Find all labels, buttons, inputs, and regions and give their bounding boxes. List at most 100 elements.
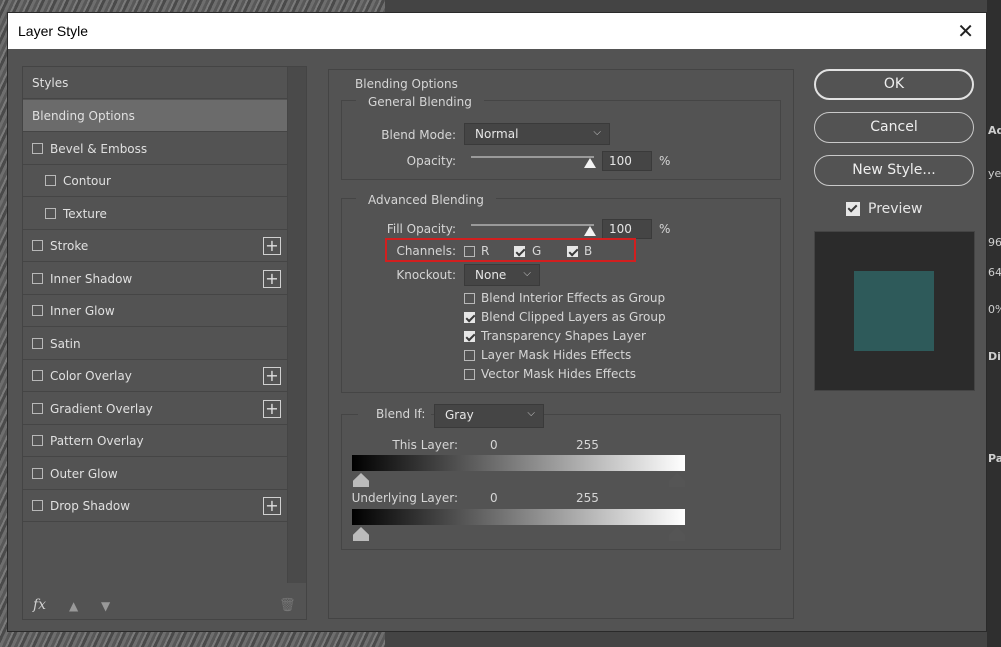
sidebar-checkbox[interactable] <box>32 143 43 154</box>
sidebar-item-label: Satin <box>50 337 81 351</box>
preview-swatch <box>854 271 934 351</box>
add-effect-icon[interactable]: + <box>263 497 281 515</box>
channel-b-label: B <box>584 244 593 258</box>
fill-opacity-unit: % <box>659 222 671 236</box>
fx-icon[interactable]: fx <box>33 597 46 613</box>
sidebar-item-color-overlay[interactable]: Color Overlay + <box>23 360 287 392</box>
sidebar-item-label: Blending Options <box>32 109 135 123</box>
knockout-dropdown[interactable]: None ⌵ <box>464 264 540 286</box>
underlying-white-handle[interactable] <box>669 527 685 541</box>
vector-mask-hides-checkbox[interactable] <box>464 369 475 380</box>
sidebar-item-outer-glow[interactable]: Outer Glow <box>23 458 287 490</box>
sidebar-checkbox[interactable] <box>32 500 43 511</box>
close-icon[interactable]: ✕ <box>957 19 974 43</box>
fill-opacity-label: Fill Opacity: <box>386 222 456 236</box>
advanced-blending-group: Advanced Blending Fill Opacity: 100 % Ch… <box>341 193 781 393</box>
layer-mask-hides-checkbox[interactable] <box>464 350 475 361</box>
sidebar-item-stroke[interactable]: Stroke + <box>23 230 287 262</box>
sidebar-item-gradient-overlay[interactable]: Gradient Overlay + <box>23 393 287 425</box>
background-fragment: 96 <box>988 236 1001 249</box>
sidebar-item-inner-shadow[interactable]: Inner Shadow + <box>23 263 287 295</box>
channel-r-label: R <box>481 244 490 258</box>
sidebar-item-bevel-emboss[interactable]: Bevel & Emboss <box>23 133 287 165</box>
move-down-icon[interactable]: ▼ <box>101 599 110 613</box>
sidebar-item-contour[interactable]: Contour <box>23 165 287 197</box>
trash-icon[interactable]: 🗑 <box>279 598 296 613</box>
blend-interior-checkbox[interactable] <box>464 293 475 304</box>
chevron-down-icon: ⌵ <box>523 268 531 279</box>
sidebar-checkbox[interactable] <box>32 305 43 316</box>
move-up-icon[interactable]: ▲ <box>69 599 78 613</box>
sidebar-checkbox[interactable] <box>32 240 43 251</box>
opacity-slider-thumb[interactable] <box>584 158 596 168</box>
underlying-black-handle[interactable] <box>353 527 369 541</box>
blend-if-group: Blend If: Gray ⌵ This Layer: 0 255 Under… <box>341 404 781 550</box>
this-layer-white-handle[interactable] <box>669 473 685 487</box>
sidebar-item-styles[interactable]: Styles <box>23 67 287 99</box>
sidebar-item-pattern-overlay[interactable]: Pattern Overlay <box>23 425 287 457</box>
background-fragment: Pat <box>988 452 1001 465</box>
vector-mask-hides-label: Vector Mask Hides Effects <box>481 367 636 381</box>
sidebar-item-label: Color Overlay <box>50 369 132 383</box>
cancel-button[interactable]: Cancel <box>814 112 974 143</box>
transparency-shapes-label: Transparency Shapes Layer <box>481 329 646 343</box>
background-fragment: Di <box>988 350 1001 363</box>
add-effect-icon[interactable]: + <box>263 367 281 385</box>
sidebar-checkbox[interactable] <box>32 370 43 381</box>
this-layer-max: 255 <box>576 438 599 452</box>
fill-opacity-input[interactable]: 100 <box>602 219 652 239</box>
sidebar-item-label: Texture <box>63 207 107 221</box>
new-style-button[interactable]: New Style... <box>814 155 974 186</box>
layer-mask-hides-label: Layer Mask Hides Effects <box>481 348 632 362</box>
this-layer-min: 0 <box>490 438 498 452</box>
sidebar-checkbox[interactable] <box>32 403 43 414</box>
ok-button[interactable]: OK <box>814 69 974 100</box>
fill-opacity-slider-thumb[interactable] <box>584 226 596 236</box>
underlying-layer-max: 255 <box>576 491 599 505</box>
channel-r-checkbox[interactable] <box>464 246 475 257</box>
underlying-layer-min: 0 <box>490 491 498 505</box>
sidebar-item-label: Pattern Overlay <box>50 434 144 448</box>
blend-if-dropdown[interactable]: Gray ⌵ <box>434 404 544 428</box>
blend-clipped-label: Blend Clipped Layers as Group <box>481 310 666 324</box>
sidebar-checkbox[interactable] <box>32 435 43 446</box>
channel-g-checkbox[interactable] <box>514 246 525 257</box>
underlying-layer-gradient <box>352 509 685 525</box>
sidebar-checkbox[interactable] <box>45 208 56 219</box>
add-effect-icon[interactable]: + <box>263 237 281 255</box>
chevron-down-icon: ⌵ <box>527 408 535 419</box>
opacity-slider[interactable] <box>471 156 594 158</box>
sidebar-scrollbar[interactable] <box>287 67 306 583</box>
sidebar-item-inner-glow[interactable]: Inner Glow <box>23 295 287 327</box>
background-fragment: 0% <box>988 303 1001 316</box>
sidebar-checkbox[interactable] <box>32 468 43 479</box>
channels-label: Channels: <box>396 244 456 258</box>
channel-b-checkbox[interactable] <box>567 246 578 257</box>
group-title: Advanced Blending <box>356 193 496 207</box>
preview-label: Preview <box>868 201 923 217</box>
sidebar-item-satin[interactable]: Satin <box>23 328 287 360</box>
sidebar-item-texture[interactable]: Texture <box>23 198 287 230</box>
channel-g-label: G <box>532 244 542 258</box>
this-layer-gradient <box>352 455 685 471</box>
transparency-shapes-checkbox[interactable] <box>464 331 475 342</box>
sidebar-checkbox[interactable] <box>32 273 43 284</box>
add-effect-icon[interactable]: + <box>263 270 281 288</box>
preview-checkbox[interactable] <box>846 202 860 216</box>
fill-opacity-slider[interactable] <box>471 224 594 226</box>
blending-options-panel: Blending Options General Blending Blend … <box>328 69 794 619</box>
this-layer-label: This Layer: <box>392 438 458 452</box>
this-layer-black-handle[interactable] <box>353 473 369 487</box>
sidebar-item-blending-options[interactable]: Blending Options <box>23 100 287 132</box>
blend-if-value: Gray <box>445 408 474 422</box>
background-fragment: ye <box>988 167 1001 180</box>
add-effect-icon[interactable]: + <box>263 400 281 418</box>
title-bar[interactable]: Layer Style ✕ <box>8 13 986 49</box>
opacity-input[interactable]: 100 <box>602 151 652 171</box>
blend-clipped-checkbox[interactable] <box>464 312 475 323</box>
sidebar-checkbox[interactable] <box>45 175 56 186</box>
sidebar-checkbox[interactable] <box>32 338 43 349</box>
sidebar-item-drop-shadow[interactable]: Drop Shadow + <box>23 490 287 522</box>
sidebar-item-label: Bevel & Emboss <box>50 142 148 156</box>
blend-mode-dropdown[interactable]: Normal ⌵ <box>464 123 610 145</box>
